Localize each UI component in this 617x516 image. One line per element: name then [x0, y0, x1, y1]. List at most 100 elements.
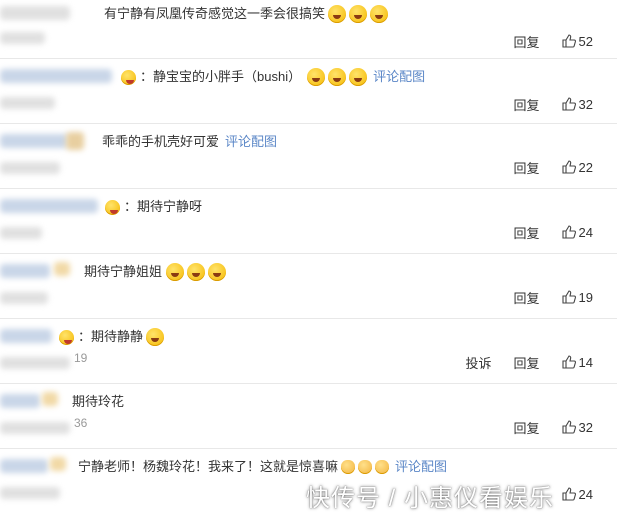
reply-button[interactable]: 回复: [514, 158, 540, 177]
comment-text: ：期待静静: [78, 329, 144, 344]
blurred-timestamp: [0, 162, 60, 174]
shock-emoji-icon: [307, 68, 326, 86]
like-button[interactable]: 24: [561, 224, 593, 240]
comment-row: 乖乖的手机壳好可爱 评论配图 回复 22: [0, 124, 617, 189]
comment-image-link[interactable]: 评论配图: [225, 132, 277, 152]
comment-row: 有宁静有凤凰传奇感觉这一季会很搞笑 回复 52: [0, 0, 617, 59]
thumbs-up-icon: [561, 290, 576, 304]
watermark-text: 快传号 / 小惠仪看娱乐: [306, 485, 555, 512]
comment-body: ：期待宁静呀: [102, 197, 202, 217]
comment-row: 期待宁静姐姐 回复 19: [0, 254, 617, 319]
comment-image-link[interactable]: 评论配图: [373, 67, 425, 87]
comment-row: 期待玲花 36 回复 32: [0, 384, 617, 449]
laugh-emoji-icon: [370, 5, 389, 23]
comment-actions: 回复 32: [514, 93, 617, 115]
blurred-username: [0, 264, 50, 278]
crown-emoji-icon: [105, 199, 120, 215]
reply-button[interactable]: 回复: [514, 353, 540, 372]
blurred-timestamp: [0, 292, 48, 304]
comment-text: ：静宝宝的小胖手（bushi）: [140, 69, 302, 84]
blurred-username: [0, 134, 68, 148]
like-count: 22: [578, 159, 593, 175]
blurred-username: [0, 329, 52, 343]
clap-emoji-icon: [341, 460, 356, 474]
blurred-badge: [42, 392, 58, 406]
clap-emoji-icon: [358, 460, 373, 474]
blurred-username: [0, 6, 70, 20]
blurred-timestamp: [0, 357, 70, 369]
comment-actions: 24: [561, 483, 617, 505]
comment-actions: 回复 32: [514, 416, 617, 438]
comment-text: 乖乖的手机壳好可爱: [102, 134, 220, 149]
like-button[interactable]: 14: [561, 354, 593, 370]
comment-body: 乖乖的手机壳好可爱 评论配图: [102, 132, 277, 152]
shock-emoji-icon: [349, 68, 368, 86]
blurred-username: [0, 459, 48, 473]
crown-emoji-icon: [59, 329, 74, 345]
thumbs-up-icon: [561, 97, 576, 111]
shock-emoji-icon: [328, 68, 347, 86]
like-count: 14: [578, 354, 593, 370]
like-button[interactable]: 32: [561, 419, 593, 435]
comment-text: 宁静老师！杨魏玲花！我来了！这就是惊喜嘛: [78, 459, 339, 474]
comment-actions: 回复 52: [514, 30, 617, 52]
crown-emoji-icon: [121, 69, 136, 85]
laugh-emoji-icon: [349, 5, 368, 23]
blurred-timestamp: [0, 97, 55, 109]
blurred-timestamp: [0, 227, 42, 239]
thumbs-up-icon: [561, 487, 576, 501]
like-button[interactable]: 22: [561, 159, 593, 175]
cry-emoji-icon: [146, 328, 165, 346]
like-count: 19: [578, 289, 593, 305]
like-count: 32: [578, 419, 593, 435]
report-button[interactable]: 投诉: [466, 353, 492, 372]
comment-actions: 投诉 回复 14: [466, 351, 617, 373]
comment-body: 宁静老师！杨魏玲花！我来了！这就是惊喜嘛 评论配图: [78, 457, 447, 477]
like-count: 24: [578, 486, 593, 502]
comment-text: 期待玲花: [72, 394, 125, 409]
reply-button[interactable]: 回复: [514, 418, 540, 437]
cry-emoji-icon: [166, 263, 185, 281]
blurred-badge: [54, 262, 70, 276]
reply-button[interactable]: 回复: [514, 95, 540, 114]
like-count: 52: [578, 33, 593, 49]
comment-body: 有宁静有凤凰传奇感觉这一季会很搞笑: [104, 4, 389, 24]
reply-button[interactable]: 回复: [514, 288, 540, 307]
blurred-username: [0, 199, 98, 213]
comment-body: 期待玲花: [72, 392, 124, 412]
like-count: 32: [578, 96, 593, 112]
comment-text: 有宁静有凤凰传奇感觉这一季会很搞笑: [104, 6, 326, 21]
like-count: 24: [578, 224, 593, 240]
blurred-badge: [66, 132, 84, 150]
comment-text: 期待宁静姐姐: [84, 264, 163, 279]
like-button[interactable]: 19: [561, 289, 593, 305]
comment-text: ：期待宁静呀: [124, 199, 203, 214]
like-button[interactable]: 52: [561, 33, 593, 49]
blurred-username: [0, 394, 40, 408]
timestamp-tail: 36: [74, 416, 88, 430]
laugh-emoji-icon: [328, 5, 347, 23]
cry-emoji-icon: [208, 263, 227, 281]
comment-row: ：静宝宝的小胖手（bushi） 评论配图 回复 32: [0, 59, 617, 124]
blurred-timestamp: [0, 32, 45, 44]
reply-button[interactable]: 回复: [514, 223, 540, 242]
comment-actions: 回复 22: [514, 156, 617, 178]
timestamp-tail: 19: [74, 351, 88, 365]
comment-actions: 回复 24: [514, 221, 617, 243]
thumbs-up-icon: [561, 420, 576, 434]
blurred-badge: [50, 457, 66, 471]
comment-body: ：期待静静: [56, 327, 165, 347]
blurred-username: [0, 69, 112, 83]
comment-row: ：期待宁静呀 回复 24: [0, 189, 617, 254]
comment-body: ：静宝宝的小胖手（bushi） 评论配图: [118, 67, 425, 87]
thumbs-up-icon: [561, 355, 576, 369]
like-button[interactable]: 24: [561, 486, 593, 502]
like-button[interactable]: 32: [561, 96, 593, 112]
thumbs-up-icon: [561, 34, 576, 48]
cry-emoji-icon: [187, 263, 206, 281]
comment-image-link[interactable]: 评论配图: [395, 457, 447, 477]
reply-button[interactable]: 回复: [514, 32, 540, 51]
clap-emoji-icon: [375, 460, 390, 474]
thumbs-up-icon: [561, 160, 576, 174]
blurred-timestamp: [0, 422, 70, 434]
